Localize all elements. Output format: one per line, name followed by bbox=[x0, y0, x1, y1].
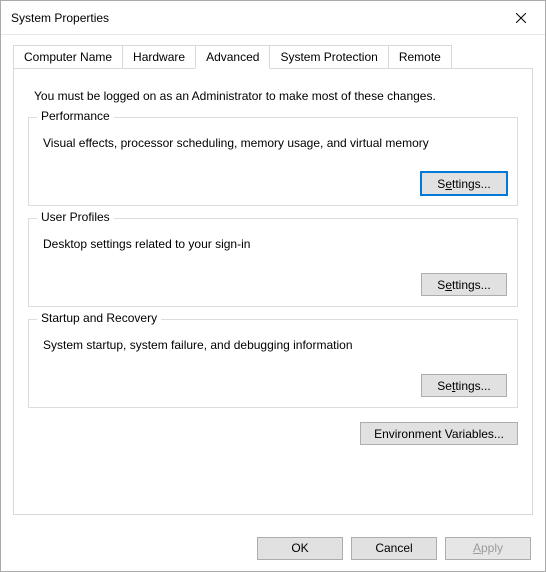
cancel-button[interactable]: Cancel bbox=[351, 537, 437, 560]
btn-text: ment Variables... bbox=[415, 427, 504, 441]
group-startup-recovery-btn-row: Settings... bbox=[39, 374, 507, 397]
content-area: Computer Name Hardware Advanced System P… bbox=[1, 35, 545, 525]
group-performance-title: Performance bbox=[37, 109, 114, 123]
ok-button[interactable]: OK bbox=[257, 537, 343, 560]
btn-text: Enviro bbox=[374, 427, 408, 441]
tab-system-protection[interactable]: System Protection bbox=[269, 45, 388, 68]
group-user-profiles-title: User Profiles bbox=[37, 210, 114, 224]
tabstrip: Computer Name Hardware Advanced System P… bbox=[13, 45, 533, 68]
group-performance-text: Visual effects, processor scheduling, me… bbox=[43, 136, 507, 150]
btn-accel: A bbox=[473, 541, 481, 555]
close-icon bbox=[516, 13, 526, 23]
environment-variables-button[interactable]: Environment Variables... bbox=[360, 422, 518, 445]
tab-computer-name[interactable]: Computer Name bbox=[13, 45, 123, 68]
dialog-footer: OK Cancel Apply bbox=[1, 525, 545, 571]
btn-accel: n bbox=[408, 427, 415, 441]
close-button[interactable] bbox=[498, 3, 543, 33]
btn-accel: e bbox=[445, 177, 452, 191]
btn-text: ttings... bbox=[452, 278, 491, 292]
titlebar: System Properties bbox=[1, 1, 545, 35]
system-properties-window: System Properties Computer Name Hardware… bbox=[0, 0, 546, 572]
btn-text: ttings... bbox=[452, 177, 491, 191]
tab-hardware[interactable]: Hardware bbox=[122, 45, 196, 68]
startup-recovery-settings-button[interactable]: Settings... bbox=[421, 374, 507, 397]
intro-text: You must be logged on as an Administrato… bbox=[34, 89, 518, 103]
tabpage-advanced: You must be logged on as an Administrato… bbox=[13, 68, 533, 515]
group-startup-recovery: Startup and Recovery System startup, sys… bbox=[28, 319, 518, 408]
group-startup-recovery-title: Startup and Recovery bbox=[37, 311, 161, 325]
btn-text: pply bbox=[481, 541, 503, 555]
group-performance: Performance Visual effects, processor sc… bbox=[28, 117, 518, 206]
btn-text: tings... bbox=[455, 379, 490, 393]
apply-button[interactable]: Apply bbox=[445, 537, 531, 560]
performance-settings-button[interactable]: Settings... bbox=[421, 172, 507, 195]
group-startup-recovery-text: System startup, system failure, and debu… bbox=[43, 338, 507, 352]
tab-remote[interactable]: Remote bbox=[388, 45, 452, 68]
btn-text: Se bbox=[437, 379, 452, 393]
group-user-profiles-text: Desktop settings related to your sign-in bbox=[43, 237, 507, 251]
env-vars-row: Environment Variables... bbox=[28, 422, 518, 445]
user-profiles-settings-button[interactable]: Settings... bbox=[421, 273, 507, 296]
group-performance-btn-row: Settings... bbox=[39, 172, 507, 195]
window-title: System Properties bbox=[11, 11, 109, 25]
btn-accel: e bbox=[445, 278, 452, 292]
group-user-profiles: User Profiles Desktop settings related t… bbox=[28, 218, 518, 307]
group-user-profiles-btn-row: Settings... bbox=[39, 273, 507, 296]
tab-advanced[interactable]: Advanced bbox=[195, 45, 270, 69]
